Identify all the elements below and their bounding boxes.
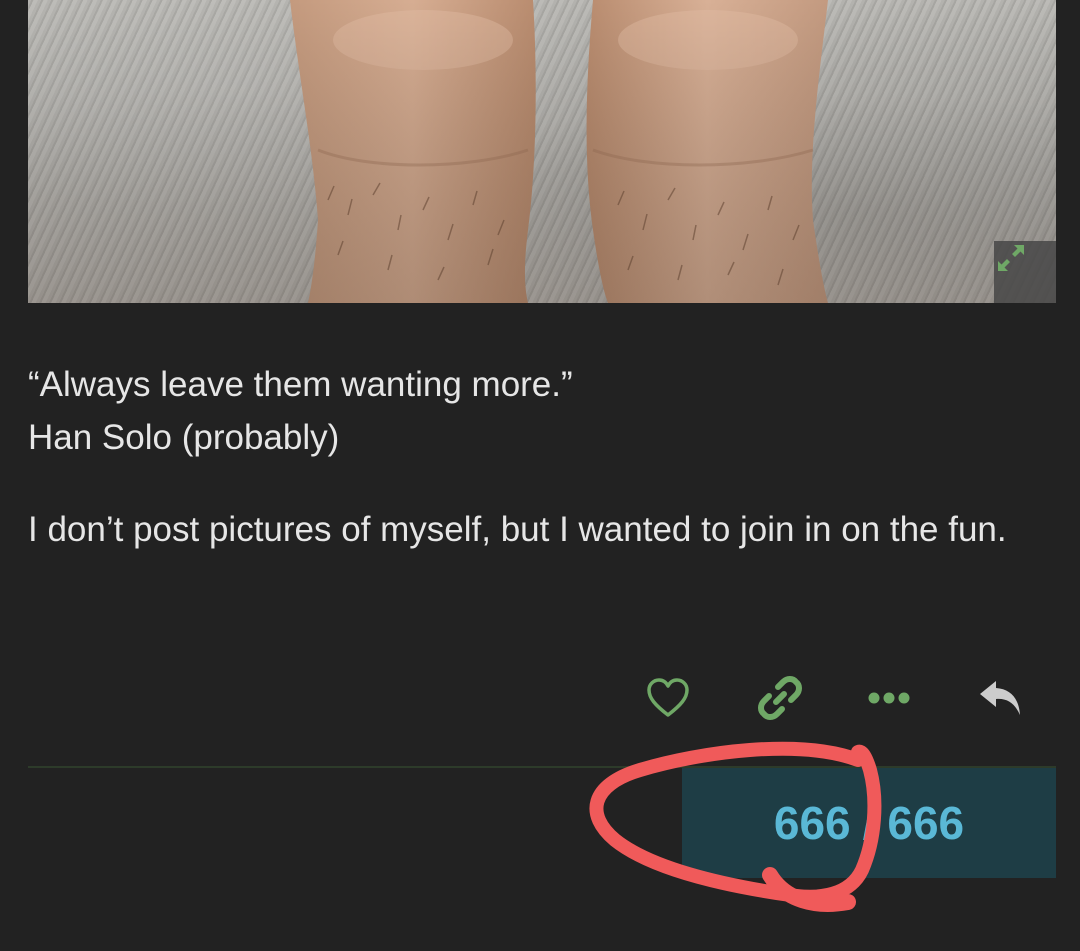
- more-options-button[interactable]: [859, 668, 919, 728]
- expand-icon: [998, 245, 1024, 271]
- post-page: “Always leave them wanting more.” Han So…: [0, 0, 1080, 951]
- heart-icon: [647, 678, 689, 717]
- reply-icon: [980, 681, 1020, 715]
- progress-total: 666: [887, 797, 965, 849]
- share-link-button[interactable]: [750, 668, 810, 728]
- post-body: I don’t post pictures of myself, but I w…: [28, 510, 1007, 549]
- post-quote: “Always leave them wanting more.” Han So…: [28, 358, 1058, 464]
- post-actions: [0, 668, 1080, 728]
- legs-photo-illustration: [28, 0, 1056, 303]
- topic-progress-indicator[interactable]: 666 / 666: [682, 768, 1056, 878]
- like-button[interactable]: [638, 668, 698, 728]
- more-dots-icon: [868, 692, 910, 704]
- progress-separator: /: [862, 797, 876, 849]
- expand-image-button[interactable]: [994, 241, 1056, 303]
- link-icon: [758, 676, 802, 720]
- post-image[interactable]: [28, 0, 1056, 303]
- quote-line: “Always leave them wanting more.”: [28, 365, 573, 404]
- progress-current: 666: [773, 797, 851, 849]
- reply-button[interactable]: [971, 668, 1031, 728]
- quote-author: Han Solo (probably): [28, 418, 340, 457]
